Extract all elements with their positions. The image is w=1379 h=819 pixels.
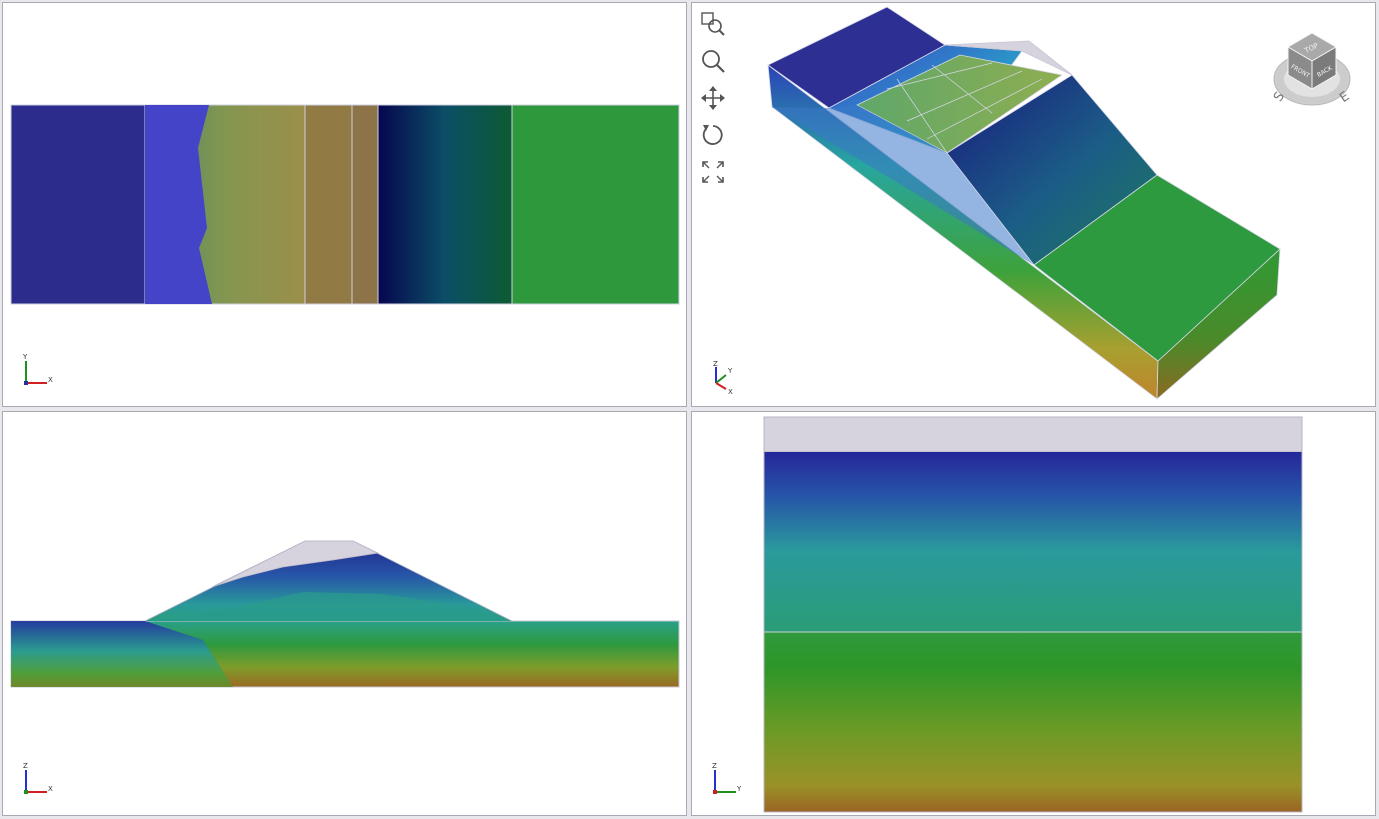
rotate-icon[interactable] bbox=[698, 120, 728, 150]
axis-label-x: X bbox=[48, 376, 53, 384]
plan-region-crest-b bbox=[351, 104, 379, 305]
view-cube[interactable]: TOP FRONT BACK S E bbox=[1269, 27, 1355, 113]
plan-region-upstream bbox=[10, 104, 146, 305]
zoom-window-icon[interactable] bbox=[698, 9, 728, 39]
plan-view-render bbox=[10, 104, 680, 305]
viewport-front[interactable]: Z X bbox=[2, 411, 687, 816]
viewport-side[interactable]: Z Y bbox=[691, 411, 1376, 816]
axis-label-y: Y bbox=[727, 367, 733, 375]
axis-triad: Z Y bbox=[712, 762, 742, 794]
plan-region-crest-a bbox=[304, 104, 353, 305]
plan-region-downstream-slope bbox=[377, 104, 513, 305]
axis-label-z: Z bbox=[713, 361, 718, 368]
axis-label-x: X bbox=[48, 785, 53, 793]
axis-label-y: Y bbox=[22, 353, 28, 361]
viewport-top[interactable]: Y X bbox=[2, 2, 687, 407]
zoom-icon[interactable] bbox=[698, 46, 728, 76]
axis-triad: Y X bbox=[22, 353, 53, 385]
side-embankment bbox=[764, 452, 1302, 632]
axis-label-x: X bbox=[728, 388, 733, 396]
plan-region-toe bbox=[511, 104, 680, 305]
viewport-3d[interactable]: TOP FRONT BACK S E Z Y X bbox=[691, 2, 1376, 407]
section-view-render bbox=[10, 540, 680, 688]
viewport-toolbar bbox=[698, 9, 732, 194]
axis-triad: Z X bbox=[23, 762, 53, 794]
zoom-extents-icon[interactable] bbox=[698, 157, 728, 187]
compass-east-label[interactable]: E bbox=[1337, 89, 1352, 106]
pan-icon[interactable] bbox=[698, 83, 728, 113]
side-unsaturated-zone bbox=[763, 416, 1303, 453]
side-foundation bbox=[764, 632, 1302, 812]
axis-triad: Z Y X bbox=[713, 361, 733, 396]
side-view-render bbox=[763, 416, 1303, 813]
axis-label-z: Z bbox=[712, 762, 717, 770]
axis-label-y: Y bbox=[736, 785, 742, 793]
axis-label-z: Z bbox=[23, 762, 28, 770]
